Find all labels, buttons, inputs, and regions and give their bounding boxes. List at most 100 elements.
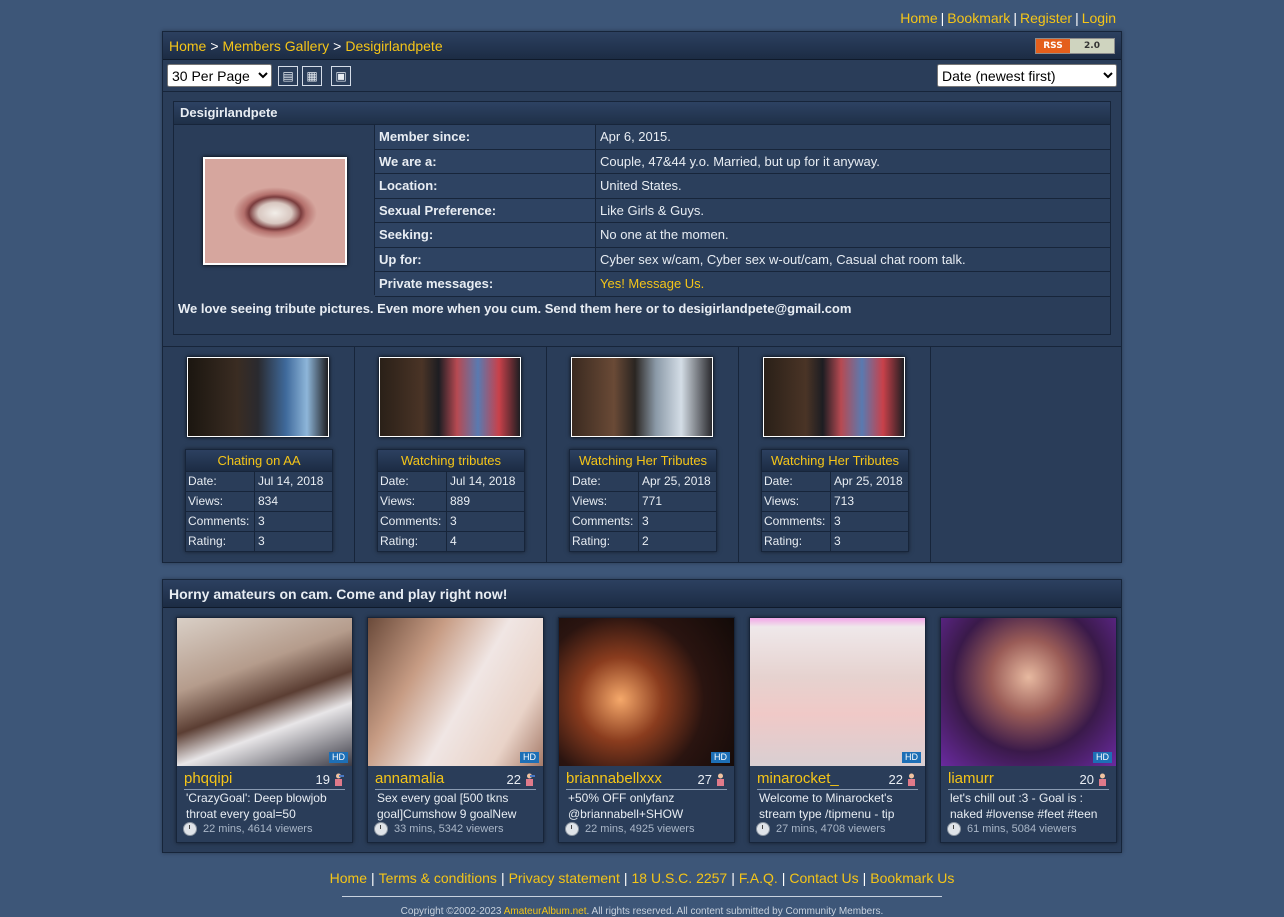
picture-rating: 2 xyxy=(642,534,649,548)
cam-username[interactable]: liamurr xyxy=(948,770,994,787)
single-view-icon[interactable]: ▤ xyxy=(278,65,298,86)
picture-views: 713 xyxy=(834,494,855,508)
picture-title-link[interactable]: Watching tributes xyxy=(378,450,524,471)
picture-thumbnail[interactable] xyxy=(187,357,329,437)
cams-header: Horny amateurs on cam. Come and play rig… xyxy=(163,580,1121,608)
picture-thumbnail[interactable] xyxy=(763,357,905,437)
picture-card: Watching Her Tributes Date: Apr 25, 2018 … xyxy=(739,347,931,563)
cam-username[interactable]: briannabellxxx xyxy=(566,770,662,787)
cam-card[interactable]: HD liamurr 20 let's chill out :3 - Goal … xyxy=(940,617,1117,843)
cam-thumbnail[interactable]: HD xyxy=(559,618,734,766)
footer-divider xyxy=(342,896,942,897)
message-us-link[interactable]: Yes! Message Us. xyxy=(600,276,704,291)
cam-description: 'CrazyGoal': Deep blowjob throat every g… xyxy=(186,791,327,821)
profile-row-up-for: Up for: Cyber sex w/cam, Cyber sex w-out/… xyxy=(375,247,1110,272)
picture-rating: 4 xyxy=(450,534,457,548)
picture-title-link[interactable]: Watching Her Tributes xyxy=(762,450,908,471)
footer-link-faq[interactable]: F.A.Q. xyxy=(739,870,778,886)
profile-row-preference: Sexual Preference: Like Girls & Guys. xyxy=(375,198,1110,223)
profile-row-location: Location: United States. xyxy=(375,174,1110,199)
clock-icon xyxy=(183,822,197,836)
top-link-home[interactable]: Home xyxy=(900,10,937,26)
cam-card[interactable]: HD annamalia 22 Sex every goal [500 tkns… xyxy=(367,617,544,843)
cam-card[interactable]: HD minarocket_ 22 Welcome to Minarocket'… xyxy=(749,617,926,843)
cam-description: let's chill out :3 - Goal is : naked #lo… xyxy=(950,791,1098,821)
profile-row-seeking: Seeking: No one at the momen. xyxy=(375,223,1110,248)
avatar[interactable] xyxy=(203,157,347,265)
rss-feed-icon[interactable]: RSS 2.0 xyxy=(1035,37,1115,54)
picture-card: Watching tributes Date: Jul 14, 2018 View… xyxy=(355,347,547,563)
gender-icon xyxy=(524,773,535,786)
breadcrumb-current[interactable]: Desigirlandpete xyxy=(345,38,442,54)
per-page-select[interactable]: 30 Per Page xyxy=(167,64,272,87)
sort-select[interactable]: Date (newest first) xyxy=(937,64,1117,87)
gallery-header: Home > Members Gallery > Desigirlandpete RSS… xyxy=(163,32,1121,60)
cam-stats: 22 mins, 4925 viewers xyxy=(565,822,694,836)
gender-icon xyxy=(906,773,917,786)
picture-views: 771 xyxy=(642,494,663,508)
top-link-register[interactable]: Register xyxy=(1020,10,1072,26)
footer-nav: Home | Terms & conditions | Privacy statemen… xyxy=(329,870,955,886)
footer-link-privacy[interactable]: Privacy statement xyxy=(509,870,620,886)
picture-thumbnail[interactable] xyxy=(379,357,521,437)
site-link[interactable]: AmateurAlbum.net xyxy=(504,906,587,917)
cam-thumbnail[interactable]: HD xyxy=(941,618,1116,766)
picture-date: Apr 25, 2018 xyxy=(834,474,903,488)
picture-meta: Watching Her Tributes Date: Apr 25, 2018 … xyxy=(569,449,717,552)
picture-grid: Chating on AA Date: Jul 14, 2018 Views: 83… xyxy=(163,346,1121,563)
slideshow-icon[interactable]: ▣ xyxy=(331,65,351,86)
avatar-cell xyxy=(174,125,375,295)
copyright: Copyright ©2002-2023 AmateurAlbum.net. A… xyxy=(400,906,884,917)
cam-thumbnail[interactable]: HD xyxy=(750,618,925,766)
gender-icon xyxy=(333,773,344,786)
cam-age: 20 xyxy=(1080,772,1108,787)
picture-meta: Watching tributes Date: Jul 14, 2018 View… xyxy=(377,449,525,552)
picture-comments: 3 xyxy=(450,514,457,528)
picture-date: Apr 25, 2018 xyxy=(642,474,711,488)
picture-meta: Chating on AA Date: Jul 14, 2018 Views: 83… xyxy=(185,449,333,552)
picture-card: Watching Her Tributes Date: Apr 25, 2018 … xyxy=(547,347,739,563)
top-link-login[interactable]: Login xyxy=(1082,10,1116,26)
cam-card[interactable]: HD phqqipi 19 'CrazyGoal': Deep blowjob … xyxy=(176,617,353,843)
profile-row-member-since: Member since: Apr 6, 2015. xyxy=(375,125,1110,150)
hd-badge: HD xyxy=(902,752,921,763)
cam-username[interactable]: minarocket_ xyxy=(757,770,839,787)
cam-card[interactable]: HD briannabellxxx 27 +50% OFF onlyfanz @… xyxy=(558,617,735,843)
picture-comments: 3 xyxy=(834,514,841,528)
cam-username[interactable]: annamalia xyxy=(375,770,444,787)
clock-icon xyxy=(947,822,961,836)
cam-age: 19 xyxy=(316,772,344,787)
member-profile: Desigirlandpete Member since: Apr 6, 2015… xyxy=(173,101,1111,335)
breadcrumb: Home > Members Gallery > Desigirlandpete xyxy=(169,37,443,54)
cam-thumbnail[interactable]: HD xyxy=(177,618,352,766)
breadcrumb-home[interactable]: Home xyxy=(169,38,206,54)
profile-row-we-are: We are a: Couple, 47&44 y.o. Married, but… xyxy=(375,149,1110,174)
footer-link-home[interactable]: Home xyxy=(330,870,367,886)
hd-badge: HD xyxy=(711,752,730,763)
gender-icon xyxy=(1097,773,1108,786)
picture-rating: 3 xyxy=(834,534,841,548)
top-nav: Home | Bookmark | Register | Login xyxy=(900,10,1116,26)
footer-link-terms[interactable]: Terms & conditions xyxy=(379,870,497,886)
cam-thumbnail[interactable]: HD xyxy=(368,618,543,766)
cam-username[interactable]: phqqipi xyxy=(184,770,232,787)
hd-badge: HD xyxy=(1093,752,1112,763)
grid-view-icon[interactable]: ▦ xyxy=(302,65,322,86)
footer-link-contact[interactable]: Contact Us xyxy=(789,870,858,886)
footer-link-2257[interactable]: 18 U.S.C. 2257 xyxy=(631,870,727,886)
cam-stats: 33 mins, 5342 viewers xyxy=(374,822,503,836)
picture-title-link[interactable]: Chating on AA xyxy=(186,450,332,471)
picture-thumbnail[interactable] xyxy=(571,357,713,437)
picture-title-link[interactable]: Watching Her Tributes xyxy=(570,450,716,471)
profile-tagline: We love seeing tribute pictures. Even mo… xyxy=(178,301,852,316)
cam-stats: 22 mins, 4614 viewers xyxy=(183,822,312,836)
picture-card: Chating on AA Date: Jul 14, 2018 Views: 83… xyxy=(163,347,355,563)
breadcrumb-members-gallery[interactable]: Members Gallery xyxy=(223,38,330,54)
gender-icon xyxy=(715,773,726,786)
picture-date: Jul 14, 2018 xyxy=(450,474,516,488)
hd-badge: HD xyxy=(520,752,539,763)
profile-row-private-messages: Private messages: Yes! Message Us. xyxy=(375,272,1110,297)
live-cams-panel: Horny amateurs on cam. Come and play rig… xyxy=(162,579,1122,853)
top-link-bookmark[interactable]: Bookmark xyxy=(947,10,1010,26)
footer-link-bookmark[interactable]: Bookmark Us xyxy=(870,870,954,886)
